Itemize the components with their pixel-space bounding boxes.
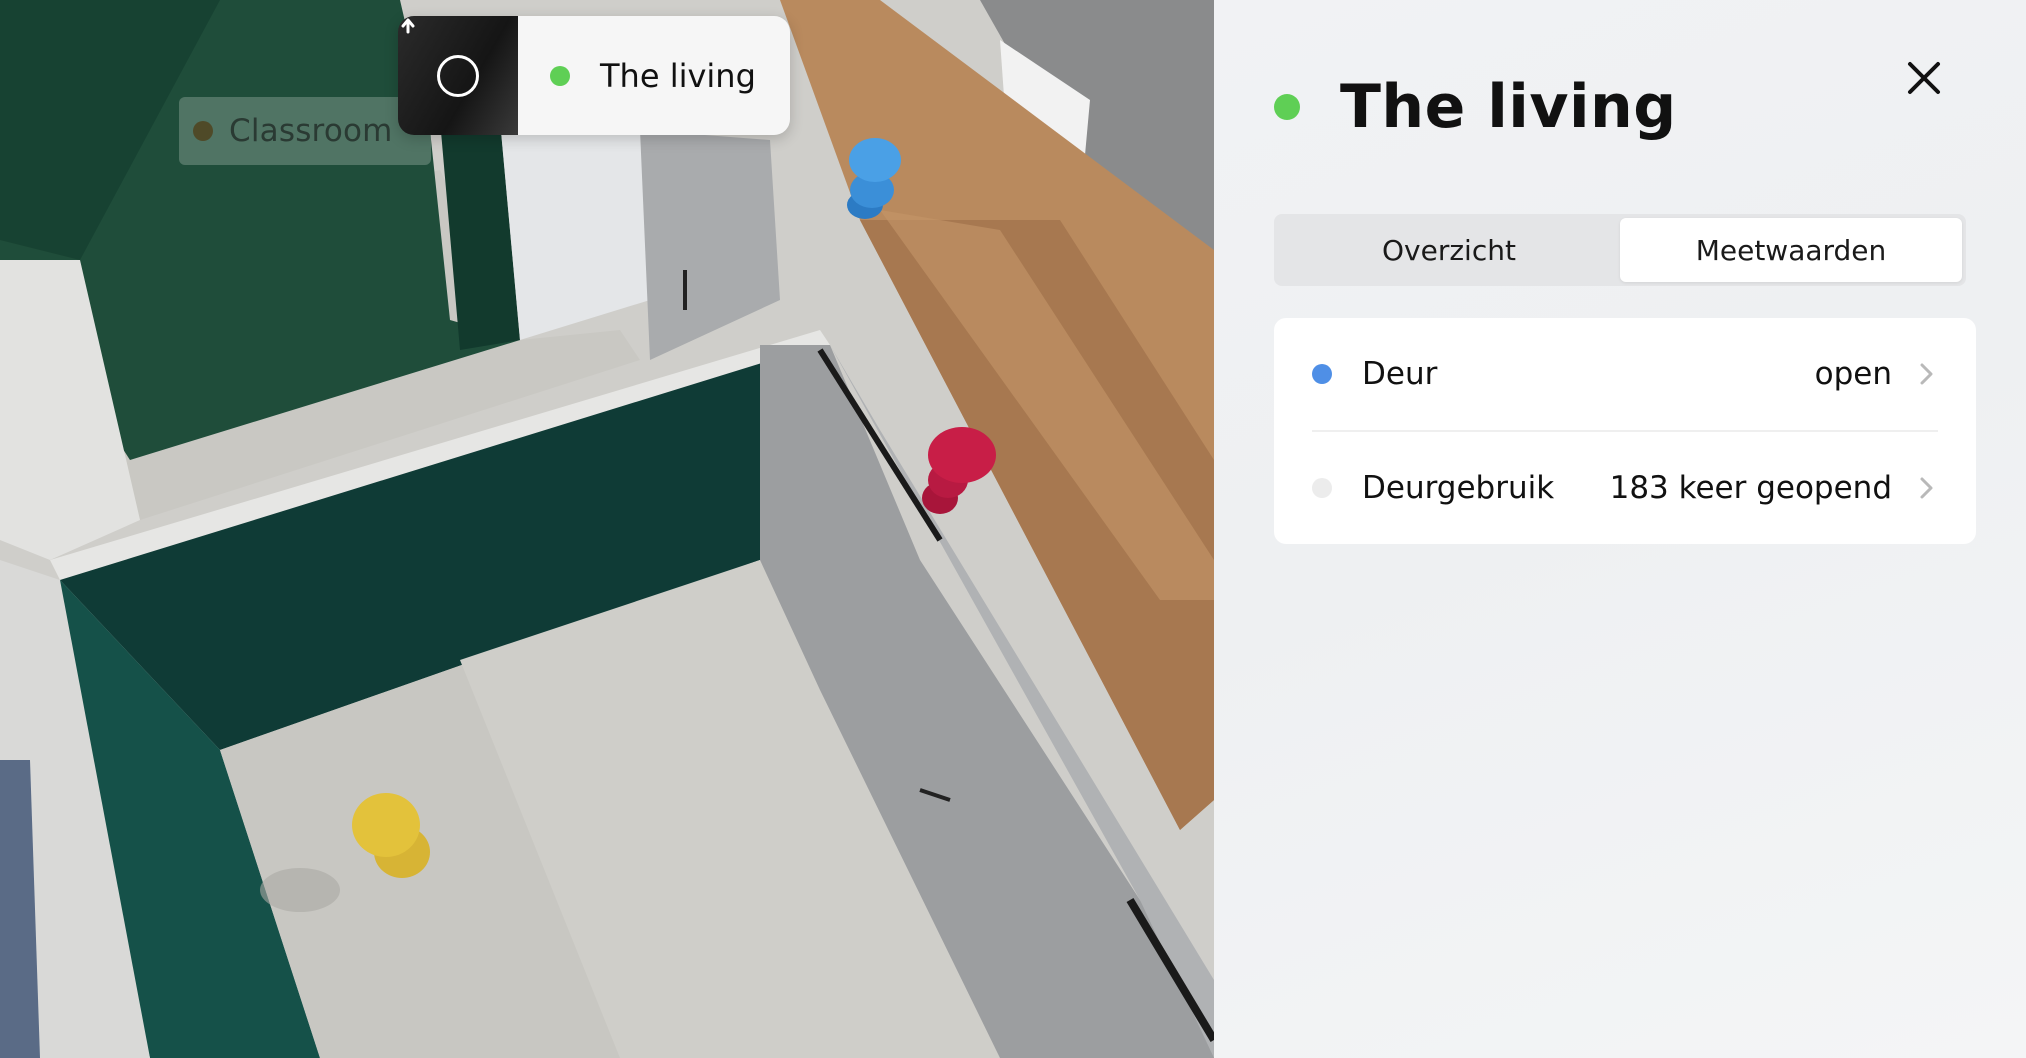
room-status-dot bbox=[193, 121, 213, 141]
measurement-name: Deurgebruik bbox=[1362, 470, 1555, 506]
panel-tabs: Overzicht Meetwaarden bbox=[1274, 214, 1966, 286]
tab-overzicht[interactable]: Overzicht bbox=[1278, 218, 1620, 282]
measurement-status-dot bbox=[1312, 364, 1332, 384]
room-status-indicator bbox=[1274, 94, 1300, 120]
chevron-right-icon bbox=[1920, 477, 1933, 499]
measurements-card: Deur open Deurgebruik 183 keer geopend bbox=[1274, 318, 1976, 544]
breadcrumb-current-location[interactable]: The living bbox=[518, 16, 790, 135]
room-label-text: Classroom bbox=[229, 113, 393, 149]
room-detail-panel: The living Overzicht Meetwaarden Deur op… bbox=[1214, 0, 2026, 1058]
tab-meetwaarden[interactable]: Meetwaarden bbox=[1620, 218, 1962, 282]
location-breadcrumb: The living bbox=[398, 16, 790, 135]
room-label-classroom[interactable]: Classroom bbox=[179, 97, 431, 165]
measurement-value: open bbox=[1814, 356, 1892, 392]
measurement-name: Deur bbox=[1362, 356, 1438, 392]
close-icon[interactable] bbox=[1900, 54, 1948, 102]
measurement-row-deur[interactable]: Deur open bbox=[1312, 318, 1938, 430]
panel-title: The living bbox=[1340, 72, 1677, 142]
measurement-value: 183 keer geopend bbox=[1609, 470, 1892, 506]
location-status-dot bbox=[550, 65, 570, 86]
chevron-right-icon bbox=[1920, 363, 1933, 385]
measurement-row-deurgebruik[interactable]: Deurgebruik 183 keer geopend bbox=[1312, 430, 1938, 544]
navigate-up-button[interactable] bbox=[398, 16, 518, 135]
arrow-up-circle-icon bbox=[401, 18, 479, 97]
breadcrumb-current-label: The living bbox=[600, 56, 756, 95]
measurement-status-dot bbox=[1312, 478, 1332, 498]
floorplan-3d-view[interactable]: Classroom The living bbox=[0, 0, 1214, 1058]
